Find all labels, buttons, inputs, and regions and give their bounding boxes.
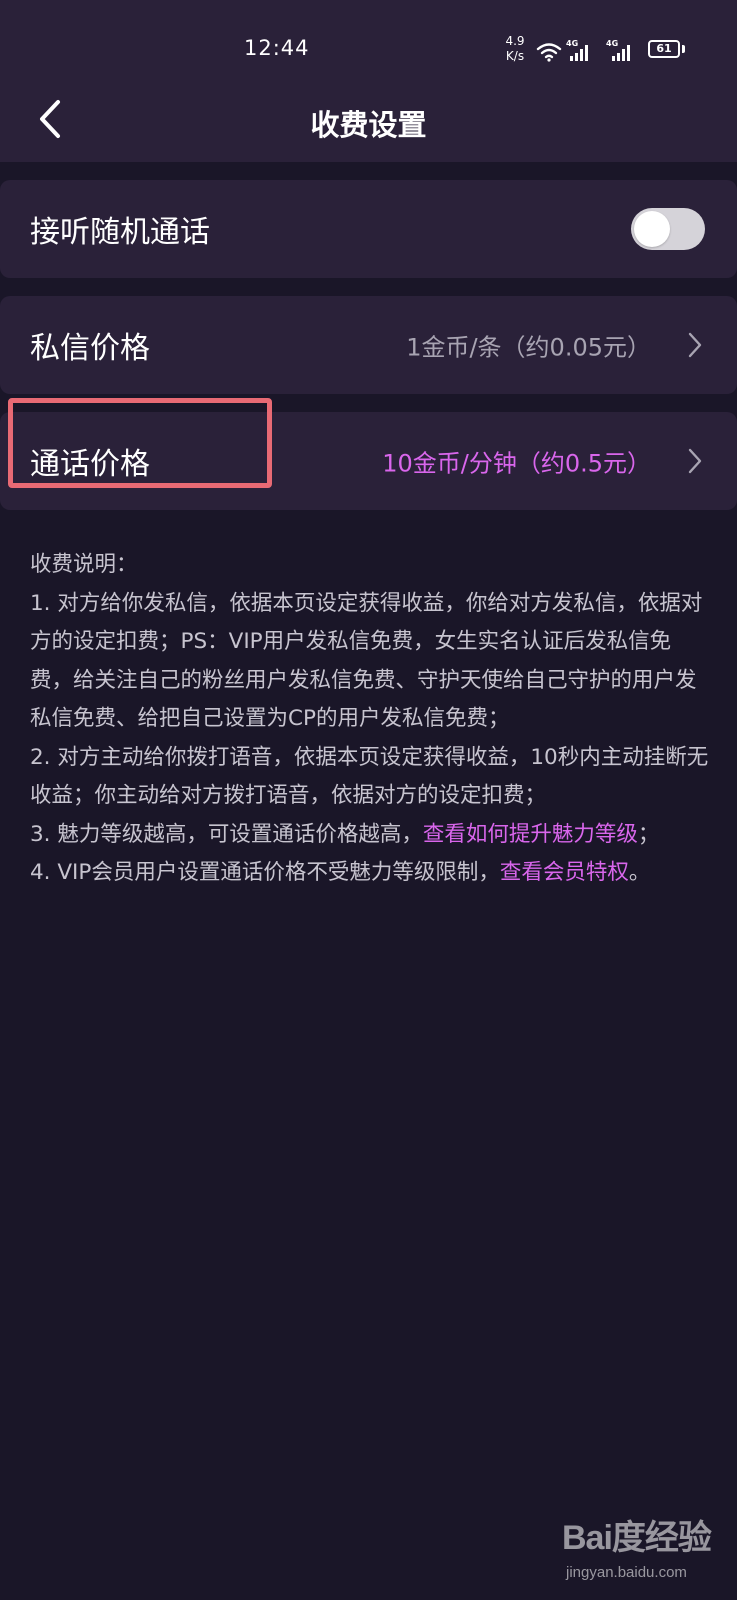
- network-speed: 4.9 K/s: [500, 34, 530, 64]
- random-call-toggle[interactable]: [631, 208, 705, 250]
- description-item-3-text: 3. 魅力等级越高，可设置通话价格越高，: [30, 821, 423, 847]
- signal-icon-secondary: [612, 45, 630, 61]
- status-bar: 12:44 4.9 K/s 4G 4G 61: [0, 0, 737, 96]
- network-speed-unit: K/s: [505, 49, 525, 63]
- vip-privilege-link[interactable]: 查看会员特权: [500, 860, 629, 885]
- chevron-right-icon: [688, 332, 702, 358]
- watermark-url: jingyan.baidu.com: [566, 1564, 687, 1581]
- toggle-knob: [634, 211, 670, 247]
- description-item-3: 3. 魅力等级越高，可设置通话价格越高，查看如何提升魅力等级；: [30, 816, 710, 855]
- charm-level-link[interactable]: 查看如何提升魅力等级: [423, 822, 638, 847]
- message-price-label: 私信价格: [30, 331, 150, 366]
- fee-description: 收费说明： 1. 对方给你发私信，依据本页设定获得收益，你给对方发私信，依据对方…: [30, 546, 710, 893]
- description-item-4-text: 4. VIP会员用户设置通话价格不受魅力等级限制，: [30, 860, 500, 885]
- battery-level: 61: [656, 42, 672, 55]
- description-item-4: 4. VIP会员用户设置通话价格不受魅力等级限制，查看会员特权。: [30, 854, 710, 893]
- battery-cap: [682, 45, 685, 53]
- random-call-row: 接听随机通话: [0, 180, 737, 278]
- signal-icon: [570, 45, 588, 61]
- page-title: 收费设置: [310, 108, 427, 142]
- call-price-value: 10金币/分钟（约0.5元）: [382, 449, 651, 478]
- header-area: 12:44 4.9 K/s 4G 4G 61 收费设置: [0, 0, 737, 162]
- status-time: 12:44: [244, 36, 310, 60]
- network-speed-value: 4.9: [505, 34, 525, 48]
- message-price-row[interactable]: 私信价格 1金币/条（约0.05元）: [0, 296, 737, 394]
- wifi-icon: [536, 43, 562, 62]
- description-item-4-end: 。: [628, 860, 651, 885]
- description-heading: 收费说明：: [30, 552, 138, 577]
- random-call-label: 接听随机通话: [30, 215, 210, 250]
- description-item-2: 2. 对方主动给你拨打语音，依据本页设定获得收益，10秒内主动挂断无收益；你主动…: [30, 744, 709, 809]
- chevron-right-icon: [688, 448, 702, 474]
- description-item-1: 1. 对方给你发私信，依据本页设定获得收益，你给对方发私信，依据对方的设定扣费；…: [30, 590, 703, 732]
- highlight-annotation-box: [8, 398, 272, 488]
- message-price-value: 1金币/条（约0.05元）: [406, 333, 651, 362]
- watermark-logo: Bai度经验: [562, 1519, 712, 1557]
- baidu-jingyan-watermark: Bai度经验 jingyan.baidu.com: [562, 1494, 712, 1594]
- description-item-3-end: ；: [637, 821, 660, 847]
- nav-bar: 收费设置: [0, 96, 737, 162]
